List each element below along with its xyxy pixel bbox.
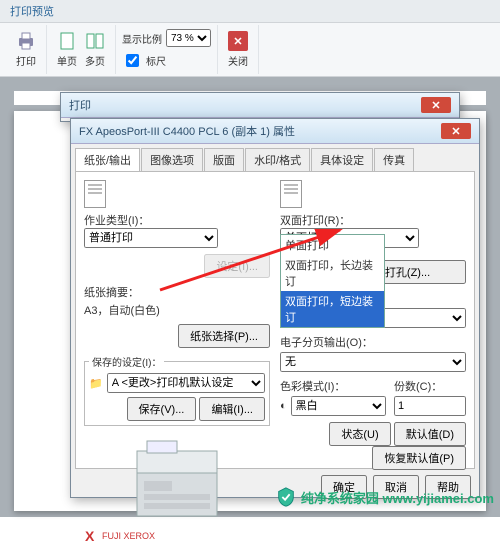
paper-summary-label: 纸张摘要：	[84, 284, 270, 300]
ribbon-tab: 打印预览	[0, 0, 500, 23]
tab-fax[interactable]: 传真	[374, 148, 414, 171]
brand: X FUJI XEROX	[84, 529, 270, 543]
printer-image	[117, 436, 237, 521]
saved-settings-select[interactable]: A <更改>打印机默认设定	[107, 373, 265, 393]
ruler-label: 标尺	[146, 53, 166, 68]
saved-settings-label: 保存的设定(I)：	[89, 354, 164, 369]
right-column: 双面打印(R)： 单面打印 单面打印 双面打印，长边装订 双面打印，短边装订 混…	[280, 180, 466, 460]
zoom-label: 显示比例	[122, 31, 162, 46]
print-dialog-close[interactable]: ✕	[421, 97, 451, 113]
ruler-checkbox[interactable]	[126, 54, 139, 67]
close-icon: ✕	[228, 31, 248, 51]
multi-page-button[interactable]: 多页	[85, 31, 105, 68]
xerox-logo-icon: X	[84, 529, 98, 543]
copies-input[interactable]	[394, 396, 466, 416]
restore-default-button[interactable]: 恢复默认值(P)	[372, 446, 466, 470]
left-column: 作业类型(I)： 普通打印 设定(I)... 纸张摘要： A3，自动(白色) 纸…	[84, 180, 270, 460]
epaging-select[interactable]: 无	[280, 352, 466, 372]
saved-settings-group: 保存的设定(I)： 📁 A <更改>打印机默认设定 保存(V)... 编辑(I)…	[84, 354, 270, 426]
single-page-icon	[57, 31, 77, 51]
job-type-icon	[84, 180, 106, 208]
print-dialog-title: 打印	[69, 97, 91, 113]
duplex-option-single[interactable]: 单面打印	[281, 235, 384, 255]
folder-icon: 📁	[89, 377, 103, 390]
job-settings-button[interactable]: 设定(I)...	[204, 254, 270, 278]
ribbon: 打印 单页 多页 显示比例 73 % 标尺 ✕ 关闭	[0, 23, 500, 77]
printer-icon	[16, 31, 36, 51]
zoom-select[interactable]: 73 %	[166, 29, 211, 47]
watermark: 纯净系统家园 www.yijiamei.com	[275, 486, 494, 508]
duplex-label: 双面打印(R)：	[280, 215, 350, 227]
single-page-button[interactable]: 单页	[57, 31, 77, 68]
watermark-icon	[275, 486, 297, 508]
close-preview-button[interactable]: ✕ 关闭	[228, 31, 248, 68]
save-button[interactable]: 保存(V)...	[127, 397, 197, 421]
duplex-icon	[280, 180, 302, 208]
job-type-label: 作业类型(I)：	[84, 215, 149, 227]
copies-label: 份数(C)：	[394, 378, 466, 394]
duplex-option-short-edge[interactable]: 双面打印，短边装订	[281, 291, 384, 327]
status-button[interactable]: 状态(U)	[329, 422, 390, 446]
paper-select-button[interactable]: 纸张选择(P)...	[178, 324, 270, 348]
svg-text:X: X	[85, 529, 95, 543]
printer-properties-dialog: FX ApeosPort-III C4400 PCL 6 (副本 1) 属性 ✕…	[70, 118, 480, 498]
multi-page-icon	[85, 31, 105, 51]
print-label: 打印	[16, 53, 36, 68]
default-button[interactable]: 默认值(D)	[394, 422, 466, 446]
tab-detail-settings[interactable]: 具体设定	[311, 148, 373, 171]
epaging-label: 电子分页输出(O)：	[280, 334, 466, 350]
tab-body: 作业类型(I)： 普通打印 设定(I)... 纸张摘要： A3，自动(白色) 纸…	[75, 171, 475, 469]
duplex-dropdown-open: 单面打印 双面打印，长边装订 双面打印，短边装订	[280, 234, 385, 328]
job-type-select[interactable]: 普通打印	[84, 228, 218, 248]
duplex-option-long-edge[interactable]: 双面打印，长边装订	[281, 255, 384, 291]
color-mode-label: 色彩模式(I)：	[280, 378, 386, 394]
tab-paper-output[interactable]: 纸张/输出	[75, 148, 140, 171]
props-close-button[interactable]: ✕	[441, 123, 471, 139]
color-mode-select[interactable]: 黑白	[291, 396, 386, 416]
paper-summary-value: A3，自动(白色)	[84, 302, 270, 318]
props-title: FX ApeosPort-III C4400 PCL 6 (副本 1) 属性	[79, 123, 295, 139]
tab-layout[interactable]: 版面	[204, 148, 244, 171]
print-button[interactable]: 打印	[16, 31, 36, 68]
color-mode-icon: ◐	[280, 400, 287, 412]
tab-image-options[interactable]: 图像选项	[141, 148, 203, 171]
edit-button[interactable]: 编辑(I)...	[199, 397, 265, 421]
tab-watermark-format[interactable]: 水印/格式	[245, 148, 310, 171]
tabs: 纸张/输出 图像选项 版面 水印/格式 具体设定 传真	[71, 144, 479, 171]
